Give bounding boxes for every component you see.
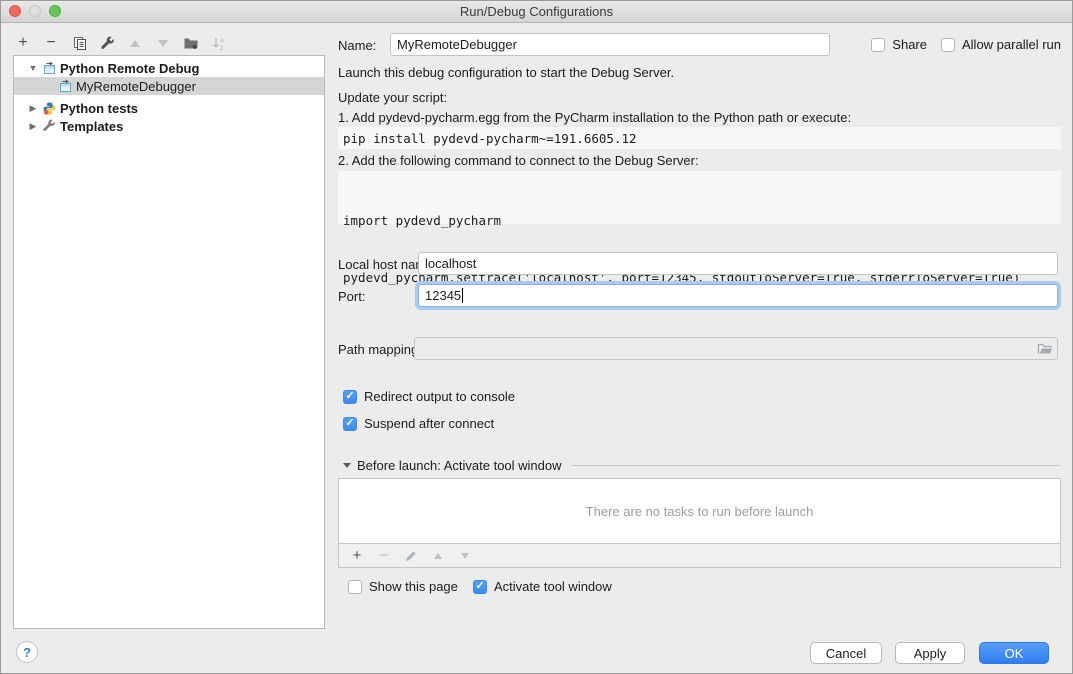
tree-item-templates[interactable]: ▶ Templates bbox=[14, 117, 324, 135]
add-task-button[interactable]: + bbox=[349, 548, 365, 564]
before-launch-header[interactable]: Before launch: Activate tool window bbox=[343, 458, 1061, 473]
tree-item-python-remote-debug[interactable]: ▼ Python Remote Debug bbox=[14, 59, 324, 77]
cancel-button[interactable]: Cancel bbox=[810, 642, 882, 664]
configurations-toolbar: + − a z bbox=[15, 31, 227, 55]
activate-tool-window-checkbox-box[interactable]: ✓ bbox=[473, 580, 487, 594]
allow-parallel-run-label: Allow parallel run bbox=[962, 37, 1061, 52]
redirect-output-checkbox[interactable]: ✓ Redirect output to console bbox=[343, 389, 515, 404]
task-list-toolbar: + − bbox=[338, 544, 1061, 568]
ok-button[interactable]: OK bbox=[979, 642, 1049, 664]
port-input-wrapper bbox=[418, 284, 1058, 307]
step2-text: 2. Add the following command to connect … bbox=[338, 153, 699, 168]
section-rule bbox=[572, 465, 1061, 466]
allow-parallel-run-checkbox-box[interactable] bbox=[941, 38, 955, 52]
run-config-icon bbox=[42, 61, 56, 75]
tree-item-label: MyRemoteDebugger bbox=[76, 79, 196, 94]
name-input[interactable] bbox=[390, 33, 830, 56]
settrace-code-line1: import pydevd_pycharm bbox=[343, 211, 1056, 230]
expand-arrow-icon[interactable]: ▶ bbox=[28, 103, 38, 114]
help-button[interactable]: ? bbox=[16, 641, 38, 663]
move-task-down-icon bbox=[457, 548, 473, 564]
svg-text:a: a bbox=[220, 37, 224, 44]
sort-alphabetically-icon: a z bbox=[211, 35, 227, 51]
suspend-after-connect-checkbox-box[interactable]: ✓ bbox=[343, 417, 357, 431]
move-down-icon bbox=[155, 35, 171, 51]
edit-templates-icon[interactable] bbox=[99, 35, 115, 51]
description-text: Launch this debug configuration to start… bbox=[338, 65, 674, 80]
step1-text: 1. Add pydevd-pycharm.egg from the PyCha… bbox=[338, 110, 851, 125]
edit-task-icon bbox=[403, 548, 419, 564]
tree-item-python-tests[interactable]: ▶ Python tests bbox=[14, 99, 324, 117]
configuration-form: Name: Share Allow parallel run Launch th… bbox=[338, 1, 1061, 674]
tree-item-myremotedebugger[interactable]: MyRemoteDebugger bbox=[14, 77, 324, 95]
collapse-section-icon[interactable] bbox=[343, 463, 351, 468]
share-checkbox-box[interactable] bbox=[871, 38, 885, 52]
suspend-after-connect-label: Suspend after connect bbox=[364, 416, 494, 431]
add-configuration-button[interactable]: + bbox=[15, 35, 31, 51]
tree-item-label: Python tests bbox=[60, 101, 138, 116]
share-checkbox[interactable]: Share bbox=[871, 37, 927, 52]
collapse-arrow-icon[interactable]: ▼ bbox=[28, 63, 38, 73]
new-folder-icon[interactable] bbox=[183, 35, 199, 51]
show-this-page-label: Show this page bbox=[369, 579, 458, 594]
no-tasks-text: There are no tasks to run before launch bbox=[586, 504, 814, 519]
python-icon bbox=[42, 101, 56, 115]
port-label: Port: bbox=[338, 289, 365, 304]
configurations-tree: ▼ Python Remote Debug MyRemoteDebugger bbox=[13, 55, 325, 629]
run-config-icon bbox=[58, 79, 72, 93]
top-checkbox-group: Share Allow parallel run bbox=[871, 37, 1061, 52]
before-launch-task-list[interactable]: There are no tasks to run before launch bbox=[338, 478, 1061, 544]
remove-task-button: − bbox=[376, 548, 392, 564]
browse-folder-icon[interactable] bbox=[1037, 342, 1053, 355]
remove-configuration-button[interactable]: − bbox=[43, 35, 59, 51]
apply-button[interactable]: Apply bbox=[895, 642, 965, 664]
expand-arrow-icon[interactable]: ▶ bbox=[28, 121, 38, 132]
suspend-after-connect-checkbox[interactable]: ✓ Suspend after connect bbox=[343, 416, 494, 431]
name-label: Name: bbox=[338, 38, 376, 53]
redirect-output-checkbox-box[interactable]: ✓ bbox=[343, 390, 357, 404]
move-up-icon bbox=[127, 35, 143, 51]
copy-configuration-icon[interactable] bbox=[71, 35, 87, 51]
tree-item-label: Python Remote Debug bbox=[60, 61, 199, 76]
text-caret bbox=[462, 288, 463, 303]
local-host-name-input[interactable] bbox=[418, 252, 1058, 275]
allow-parallel-run-checkbox[interactable]: Allow parallel run bbox=[941, 37, 1061, 52]
activate-tool-window-label: Activate tool window bbox=[494, 579, 612, 594]
show-this-page-checkbox-box[interactable] bbox=[348, 580, 362, 594]
activate-tool-window-checkbox[interactable]: ✓ Activate tool window bbox=[473, 579, 612, 594]
before-launch-title: Before launch: Activate tool window bbox=[357, 458, 562, 473]
pip-install-code: pip install pydevd-pycharm~=191.6605.12 bbox=[338, 127, 1061, 149]
redirect-output-label: Redirect output to console bbox=[364, 389, 515, 404]
move-task-up-icon bbox=[430, 548, 446, 564]
wrench-icon bbox=[42, 119, 56, 133]
show-this-page-checkbox[interactable]: Show this page bbox=[348, 579, 458, 594]
update-script-text: Update your script: bbox=[338, 90, 447, 105]
share-label: Share bbox=[892, 37, 927, 52]
settrace-code: import pydevd_pycharm pydevd_pycharm.set… bbox=[338, 171, 1061, 224]
run-debug-configurations-dialog: Run/Debug Configurations + − bbox=[0, 0, 1073, 674]
port-input[interactable] bbox=[418, 284, 1058, 307]
tree-item-label: Templates bbox=[60, 119, 123, 134]
svg-text:z: z bbox=[220, 45, 224, 51]
path-mappings-field[interactable] bbox=[414, 337, 1058, 360]
